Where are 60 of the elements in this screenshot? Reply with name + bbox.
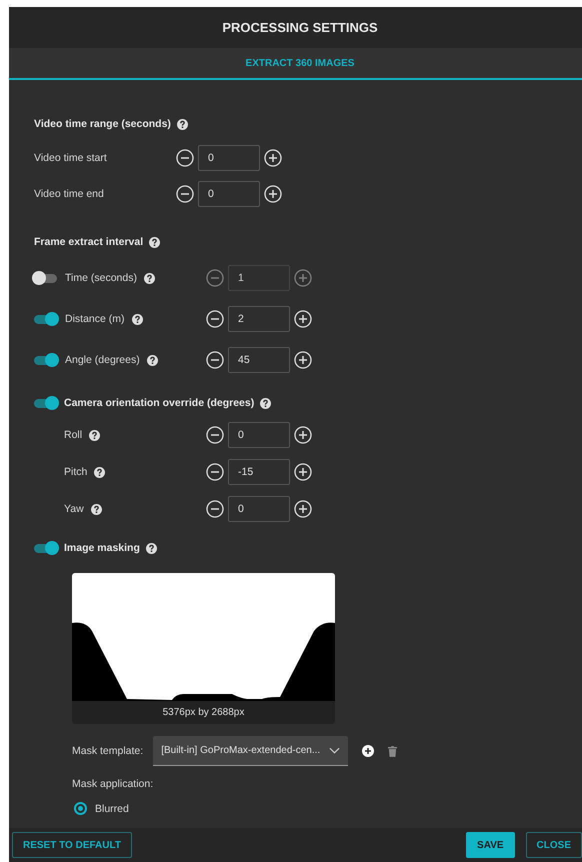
- number-field[interactable]: 0: [228, 496, 290, 522]
- field-label: Video time start: [34, 152, 108, 164]
- template-dropdown[interactable]: [Built-in] GoProMax-extended-cen...: [153, 736, 348, 766]
- help-icon[interactable]: [149, 236, 160, 248]
- plus-icon[interactable]: [294, 351, 312, 369]
- field-label: Mask application:: [72, 778, 154, 790]
- section-heading: Video time range (seconds): [34, 118, 171, 130]
- save-button[interactable]: SAVE: [466, 832, 515, 858]
- trash-icon[interactable]: [388, 746, 398, 756]
- image-caption: 5376px by 2688px: [162, 706, 246, 720]
- field-label: Distance (m): [65, 313, 125, 325]
- help-icon[interactable]: [146, 354, 158, 366]
- minus-icon[interactable]: [206, 351, 224, 369]
- field-label: Time (seconds): [65, 272, 137, 284]
- number-field[interactable]: 0: [198, 181, 260, 207]
- number-field[interactable]: 2: [228, 306, 290, 332]
- minus-icon[interactable]: [206, 310, 224, 328]
- help-icon[interactable]: [89, 430, 100, 440]
- section-heading: Camera orientation override (degrees): [64, 397, 254, 409]
- plus-icon[interactable]: [294, 310, 312, 328]
- help-icon[interactable]: [132, 314, 143, 324]
- field-label: Angle (degrees): [65, 354, 140, 366]
- dialog-title: PROCESSING SETTINGS: [222, 20, 378, 35]
- minus-icon[interactable]: [176, 185, 194, 203]
- help-icon[interactable]: [146, 542, 157, 554]
- minus-icon[interactable]: [206, 426, 224, 444]
- close-button[interactable]: CLOSE: [526, 832, 582, 858]
- field-label: Mask template:: [72, 745, 144, 757]
- toggle-switch[interactable]: [34, 314, 57, 324]
- help-icon[interactable]: [260, 398, 272, 408]
- add-icon[interactable]: [362, 745, 374, 757]
- toggle-switch[interactable]: [34, 356, 57, 364]
- minus-icon[interactable]: [206, 463, 224, 481]
- chevron-down-icon: [329, 746, 340, 754]
- help-icon[interactable]: [90, 504, 102, 514]
- help-icon[interactable]: [94, 466, 106, 478]
- field-label: Video time end: [34, 188, 105, 200]
- number-field[interactable]: -15: [228, 459, 290, 485]
- section-heading: Frame extract interval: [34, 236, 144, 248]
- help-icon[interactable]: [176, 118, 188, 130]
- toggle-switch[interactable]: [34, 274, 57, 282]
- plus-icon[interactable]: [264, 185, 282, 203]
- radio-option[interactable]: Blurred: [74, 802, 129, 815]
- reset-button[interactable]: RESET TO DEFAULT: [12, 832, 132, 858]
- toggle-switch[interactable]: [34, 544, 57, 552]
- plus-icon[interactable]: [294, 500, 312, 518]
- plus-icon[interactable]: [294, 463, 312, 481]
- section-heading: Image masking: [64, 542, 140, 554]
- help-icon[interactable]: [144, 272, 155, 284]
- minus-icon[interactable]: [176, 149, 194, 167]
- field-label: Yaw: [64, 503, 84, 515]
- number-field[interactable]: 45: [228, 347, 290, 373]
- field-label: Roll: [64, 429, 82, 441]
- plus-icon[interactable]: [294, 426, 312, 444]
- number-field[interactable]: 0: [198, 145, 260, 171]
- plus-icon[interactable]: [264, 149, 282, 167]
- minus-icon[interactable]: [206, 500, 224, 518]
- toggle-switch[interactable]: [34, 398, 57, 408]
- field-label: Pitch: [64, 466, 88, 478]
- number-field[interactable]: 0: [228, 422, 290, 448]
